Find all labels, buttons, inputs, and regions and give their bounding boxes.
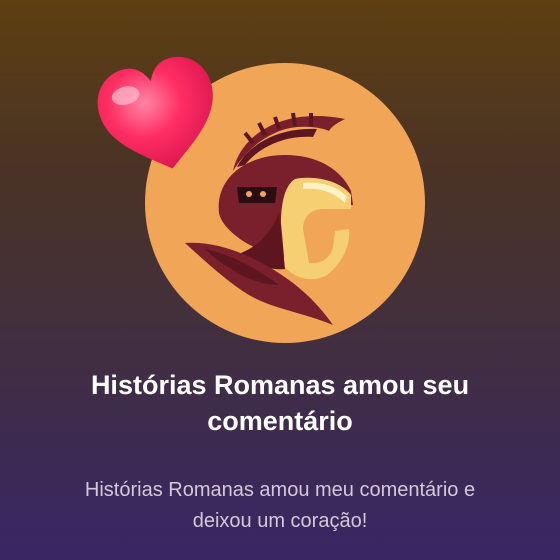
notification-title: Histórias Romanas amou seu comentário <box>90 370 470 436</box>
heart-icon <box>97 56 213 169</box>
loved-comment-notification: Histórias Romanas amou seu comentário Hi… <box>0 0 560 560</box>
notification-message: Histórias Romanas amou meu comentário e … <box>84 479 476 532</box>
